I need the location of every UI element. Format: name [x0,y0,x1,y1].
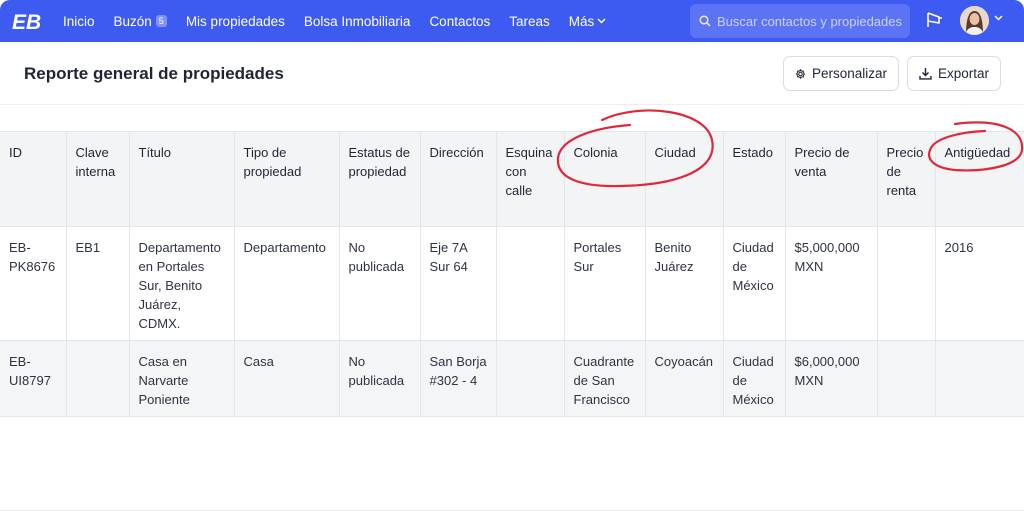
account-chevron-down-icon[interactable] [994,15,1003,21]
export-label: Exportar [937,66,989,81]
announcement-icon[interactable] [926,10,944,30]
column-header-antiguedad[interactable]: Antigüedad [934,131,1024,227]
cell-ciudad: Coyoacán [644,340,724,417]
cell-antiguedad [934,340,1024,417]
table-row[interactable]: EB-UI8797 Casa en Narvarte Poniente Casa… [0,340,1024,417]
cell-colonia: Cuadrante de San Francisco [563,340,646,417]
avatar-portrait [960,6,989,35]
cell-clave-interna: EB1 [65,226,130,341]
table-row[interactable]: EB-PK8676 EB1 Departamento en Portales S… [0,226,1024,341]
column-header-tipo-propiedad[interactable]: Tipo de propiedad [233,131,340,227]
cell-estatus-propiedad: No publicada [338,226,421,341]
cell-precio-renta [876,340,936,417]
column-header-colonia[interactable]: Colonia [563,131,646,227]
user-avatar[interactable] [960,6,989,35]
export-button[interactable]: Exportar [907,56,1001,91]
top-navbar: EB Inicio Buzón 5 Mis propiedades Bolsa I… [0,0,1024,42]
property-id-link[interactable]: EB-PK8676 [0,226,67,341]
nav-tareas[interactable]: Tareas [509,14,550,29]
gear-icon [795,68,806,79]
download-icon [919,68,932,80]
bottom-divider [0,510,1024,511]
nav-inicio[interactable]: Inicio [63,14,95,29]
cell-estatus-propiedad: No publicada [338,340,421,417]
cell-direccion: San Borja #302 - 4 [419,340,497,417]
nav-buzon-label: Buzón [113,13,152,29]
eb-logo[interactable]: EB [12,8,42,34]
nav-contactos[interactable]: Contactos [429,14,490,29]
nav-tareas-label: Tareas [509,13,550,29]
column-header-precio-renta[interactable]: Precio de renta [876,131,936,227]
cell-titulo: Casa en Narvarte Poniente [128,340,235,417]
table-header-row: ID Clave interna Título Tipo de propieda… [0,131,1024,227]
nav-buzon[interactable]: Buzón 5 [114,14,167,29]
column-header-clave-interna[interactable]: Clave interna [65,131,130,227]
cell-titulo: Departamento en Portales Sur, Benito Juá… [128,226,235,341]
nav-mis-propiedades-label: Mis propiedades [185,13,285,29]
nav-contactos-label: Contactos [429,13,491,29]
cell-antiguedad: 2016 [934,226,1024,341]
column-header-id[interactable]: ID [0,131,67,227]
column-header-direccion[interactable]: Dirección [419,131,497,227]
column-header-estatus-propiedad[interactable]: Estatus de propiedad [338,131,421,227]
nav-mas-dropdown[interactable]: Más [569,14,607,29]
page-title: Reporte general de propiedades [24,64,284,83]
nav-bolsa-inmobiliaria-label: Bolsa Inmobiliaria [303,13,411,29]
cell-precio-venta: $6,000,000 MXN [784,340,878,417]
chevron-down-icon [597,18,606,24]
nav-bolsa-inmobiliaria[interactable]: Bolsa Inmobiliaria [304,14,411,29]
cell-esquina-calle [495,340,565,417]
cell-precio-renta [876,226,936,341]
svg-text:EB: EB [12,11,41,34]
header-divider [0,104,1024,105]
search-input[interactable] [717,13,907,29]
nav-mis-propiedades[interactable]: Mis propiedades [186,14,285,29]
customize-button[interactable]: Personalizar [783,56,899,91]
column-header-titulo[interactable]: Título [128,131,235,227]
column-header-esquina-calle[interactable]: Esquina con calle [495,131,565,227]
main-nav: Inicio Buzón 5 Mis propiedades Bolsa Inmo… [63,0,625,42]
property-report-table: ID Clave interna Título Tipo de propieda… [0,131,1024,417]
cell-precio-venta: $5,000,000 MXN [784,226,878,341]
cell-ciudad: Benito Juárez [644,226,724,341]
cell-direccion: Eje 7A Sur 64 [419,226,497,341]
global-search[interactable] [690,4,910,38]
cell-tipo-propiedad: Departamento [233,226,340,341]
buzon-count-badge: 5 [155,15,167,27]
column-header-precio-venta[interactable]: Precio de venta [784,131,878,227]
nav-inicio-label: Inicio [63,13,95,29]
column-header-ciudad[interactable]: Ciudad [644,131,724,227]
property-id-link[interactable]: EB-UI8797 [0,340,67,417]
search-icon [699,15,711,27]
cell-colonia: Portales Sur [563,226,646,341]
column-header-estado[interactable]: Estado [722,131,786,227]
cell-estado: Ciudad de México [722,340,786,417]
cell-estado: Ciudad de México [722,226,786,341]
cell-clave-interna [65,340,130,417]
customize-label: Personalizar [811,66,887,81]
cell-tipo-propiedad: Casa [233,340,340,417]
cell-esquina-calle [495,226,565,341]
nav-mas-label: Más [568,13,595,29]
